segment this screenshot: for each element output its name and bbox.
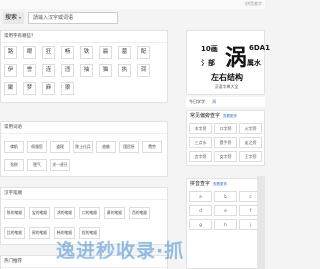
panel-title-text: 拼音查字 [190,181,211,187]
watermark: 逸进秒收录·抓 [56,240,185,262]
unicode-code: 6DA1 [249,44,270,52]
top-bar: （拼音查字 [0,0,265,9]
char-cell-item[interactable]: 狼 [61,82,74,95]
stroke-order-cell-item[interactable]: 黄的笔顺 [104,207,125,219]
char-cell-item[interactable]: 猫 [99,64,112,77]
char-cell-item[interactable]: 梦 [23,82,36,95]
char-cell-item[interactable]: 执 [118,64,131,77]
char-cell-item[interactable]: 畅 [61,46,74,59]
pinyin-cell-item[interactable]: a [189,191,212,202]
section-title: 常用字有哪些？ [1,31,167,43]
word-cell-item[interactable]: 费劳 [142,141,162,153]
featured-character: 涡 [225,45,248,71]
stroke-order-cell-item[interactable]: 比的笔顺 [4,227,25,239]
radical-cell-item[interactable]: 言字旁 [189,151,212,162]
more-link[interactable]: 查看更多 [223,114,237,118]
section-title: 常用词语 [1,122,167,134]
word-cell-item[interactable]: 肥气 [27,159,47,171]
search-type-dropdown[interactable]: 搜索 ▾ [3,12,24,24]
word-cell-item[interactable]: 劲财 [4,159,24,171]
element: 属水 [247,59,261,67]
stroke-order-cell-item[interactable]: 陈的笔顺 [4,207,25,219]
radical-cell-item[interactable]: 口字旁 [214,123,237,134]
radical: 氵部 [201,59,215,67]
character-card[interactable]: 10画 6DA1 涡 氵部 guō 属水 左右结构 汉语字典大全 [186,30,270,95]
pinyin-lookup-link[interactable]: （拼音查字 [242,1,262,7]
panel-title: 拼音查字 查看更多 [187,179,264,189]
word-cell-item[interactable]: 放佛 [96,141,116,153]
search-label: 搜索 [5,14,18,21]
pinyin-cell-item[interactable]: g [189,219,212,230]
panel-title-text: 常见偏旁查字 [190,113,221,119]
radical-cell-item[interactable]: 三点水 [189,137,212,148]
radical-cell-item[interactable]: 提手旁 [214,137,237,148]
search-bar: 搜索 ▾ 請输入汉字或词语 [0,9,265,27]
word-cell-item[interactable]: 关一贤兄 [50,159,70,171]
stroke-order-cell-item[interactable]: 宝的笔顺 [29,207,50,219]
radical-cell-item[interactable]: 木字旁 [189,123,212,134]
today-study-label: 今日学字： [189,99,209,104]
radical-cell-item[interactable]: 女字旁 [214,151,237,162]
word-cell-item[interactable]: 佩服您 [27,141,47,153]
char-cell-item[interactable]: 眼 [23,46,36,59]
char-cell-item[interactable]: 狂 [42,46,55,59]
stroke-count: 10画 [201,45,218,53]
char-cell-item[interactable]: 配 [137,46,150,59]
char-cell-item[interactable]: 墓 [118,46,131,59]
radical-cell-item[interactable]: 王字旁 [239,151,262,162]
page-edge [257,176,265,269]
search-input[interactable]: 請输入汉字或词语 [28,12,118,24]
pinyin-cell-item[interactable]: h [214,219,237,230]
stroke-order-cell-item[interactable]: 口的笔顺 [79,207,100,219]
panel-title: 常见偏旁查字 查看更多 [187,111,264,121]
chevron-down-icon: ▾ [19,15,22,20]
pinyin-cell-item[interactable]: b [214,191,237,202]
more-link[interactable]: 查看更多 [213,182,227,186]
char-cell-item[interactable]: 誉 [23,64,36,77]
stroke-order-cell-item[interactable]: 鸿的笔顺 [54,207,75,219]
word-cell-item[interactable]: 道理 [50,141,70,153]
pinyin-cell-item[interactable]: e [214,205,237,216]
char-cell-item[interactable]: 抽 [80,64,93,77]
today-study: 今日学字：涡 [186,97,265,107]
radical-cell-item[interactable]: 火字旁 [239,123,262,134]
section-title: 汉字笔顺 [1,188,167,200]
today-study-link[interactable]: 涡 [212,99,216,104]
char-cell-item[interactable]: 晨 [99,46,112,59]
char-cell-item[interactable]: 伊 [4,64,17,77]
stroke-order-cell-item[interactable]: 西的笔顺 [129,207,150,219]
word-cell-item[interactable]: 国民所 [119,141,139,153]
stroke-order-cell-item[interactable]: 邢的笔顺 [29,227,50,239]
pinyin: guō [227,62,235,67]
structure: 左右结构 [211,73,243,82]
radical-cell-item[interactable]: 走之旁 [239,137,262,148]
char-cell-item[interactable]: 违 [61,64,74,77]
char-cell-item[interactable]: 路 [4,46,17,59]
char-cell-item[interactable]: 连 [42,64,55,77]
char-cell-item[interactable]: 麻 [42,82,55,95]
pinyin-cell-item[interactable]: d [189,205,212,216]
char-cell-item[interactable]: 润 [137,64,150,77]
char-cell-item[interactable]: 铁 [80,46,93,59]
char-cell-item[interactable]: 聚 [4,82,17,95]
word-cell-item[interactable]: 律帆 [4,141,24,153]
word-cell-item[interactable]: 陈土仕兵 [73,141,93,153]
card-caption: 汉语字典大全 [214,84,239,89]
